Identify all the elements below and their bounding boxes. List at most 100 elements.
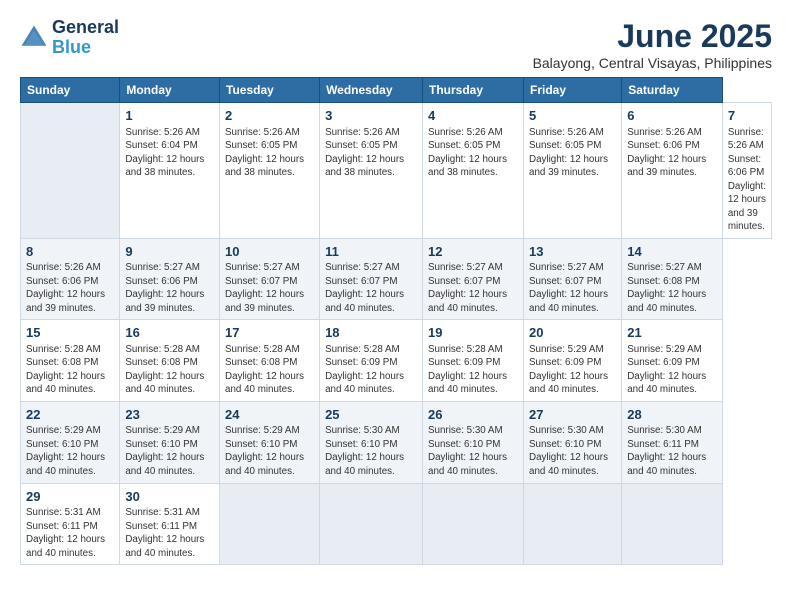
logo-blue: Blue [52, 37, 91, 57]
day-info: Sunrise: 5:26 AMSunset: 6:05 PMDaylight:… [225, 126, 314, 180]
day-info: Sunrise: 5:31 AMSunset: 6:11 PMDaylight:… [125, 506, 214, 560]
header-row: General Blue June 2025 Balayong, Central… [20, 18, 772, 71]
day-number: 14 [627, 243, 717, 261]
day-info: Sunrise: 5:27 AMSunset: 6:07 PMDaylight:… [529, 261, 616, 315]
header-cell-monday: Monday [120, 78, 220, 103]
week-row-5: 29Sunrise: 5:31 AMSunset: 6:11 PMDayligh… [21, 483, 772, 565]
page: General Blue June 2025 Balayong, Central… [0, 0, 792, 575]
day-info: Sunrise: 5:29 AMSunset: 6:10 PMDaylight:… [125, 424, 214, 478]
day-number: 28 [627, 406, 717, 424]
header-cell-thursday: Thursday [423, 78, 524, 103]
day-info: Sunrise: 5:28 AMSunset: 6:08 PMDaylight:… [225, 343, 314, 397]
day-info: Sunrise: 5:26 AMSunset: 6:04 PMDaylight:… [125, 126, 214, 180]
day-number: 30 [125, 488, 214, 506]
calendar-cell: 13Sunrise: 5:27 AMSunset: 6:07 PMDayligh… [524, 238, 622, 320]
calendar-cell [21, 103, 120, 239]
day-number: 21 [627, 324, 717, 342]
day-number: 18 [325, 324, 417, 342]
calendar-cell: 6Sunrise: 5:26 AMSunset: 6:06 PMDaylight… [622, 103, 723, 239]
calendar-cell: 2Sunrise: 5:26 AMSunset: 6:05 PMDaylight… [220, 103, 320, 239]
main-title: June 2025 [533, 18, 772, 55]
calendar-cell: 4Sunrise: 5:26 AMSunset: 6:05 PMDaylight… [423, 103, 524, 239]
calendar-cell: 5Sunrise: 5:26 AMSunset: 6:05 PMDaylight… [524, 103, 622, 239]
calendar-cell: 10Sunrise: 5:27 AMSunset: 6:07 PMDayligh… [220, 238, 320, 320]
calendar-header: SundayMondayTuesdayWednesdayThursdayFrid… [21, 78, 772, 103]
day-info: Sunrise: 5:26 AMSunset: 6:06 PMDaylight:… [627, 126, 717, 180]
day-info: Sunrise: 5:29 AMSunset: 6:10 PMDaylight:… [26, 424, 114, 478]
day-number: 3 [325, 107, 417, 125]
day-info: Sunrise: 5:28 AMSunset: 6:08 PMDaylight:… [26, 343, 114, 397]
day-number: 6 [627, 107, 717, 125]
day-number: 17 [225, 324, 314, 342]
day-info: Sunrise: 5:27 AMSunset: 6:06 PMDaylight:… [125, 261, 214, 315]
day-info: Sunrise: 5:26 AMSunset: 6:05 PMDaylight:… [529, 126, 616, 180]
title-block: June 2025 Balayong, Central Visayas, Phi… [533, 18, 772, 71]
day-info: Sunrise: 5:30 AMSunset: 6:10 PMDaylight:… [325, 424, 417, 478]
calendar-cell: 8Sunrise: 5:26 AMSunset: 6:06 PMDaylight… [21, 238, 120, 320]
day-number: 22 [26, 406, 114, 424]
day-number: 13 [529, 243, 616, 261]
calendar-cell [423, 483, 524, 565]
day-number: 4 [428, 107, 518, 125]
day-info: Sunrise: 5:27 AMSunset: 6:08 PMDaylight:… [627, 261, 717, 315]
calendar-cell: 25Sunrise: 5:30 AMSunset: 6:10 PMDayligh… [320, 401, 423, 483]
day-number: 23 [125, 406, 214, 424]
day-number: 12 [428, 243, 518, 261]
day-info: Sunrise: 5:27 AMSunset: 6:07 PMDaylight:… [325, 261, 417, 315]
calendar-cell: 9Sunrise: 5:27 AMSunset: 6:06 PMDaylight… [120, 238, 220, 320]
calendar-cell: 29Sunrise: 5:31 AMSunset: 6:11 PMDayligh… [21, 483, 120, 565]
calendar-cell: 21Sunrise: 5:29 AMSunset: 6:09 PMDayligh… [622, 320, 723, 402]
day-number: 8 [26, 243, 114, 261]
calendar-cell: 24Sunrise: 5:29 AMSunset: 6:10 PMDayligh… [220, 401, 320, 483]
calendar-cell: 18Sunrise: 5:28 AMSunset: 6:09 PMDayligh… [320, 320, 423, 402]
calendar-cell [524, 483, 622, 565]
calendar-cell: 11Sunrise: 5:27 AMSunset: 6:07 PMDayligh… [320, 238, 423, 320]
calendar-cell: 17Sunrise: 5:28 AMSunset: 6:08 PMDayligh… [220, 320, 320, 402]
day-info: Sunrise: 5:26 AMSunset: 6:05 PMDaylight:… [325, 126, 417, 180]
day-info: Sunrise: 5:30 AMSunset: 6:11 PMDaylight:… [627, 424, 717, 478]
day-number: 2 [225, 107, 314, 125]
day-info: Sunrise: 5:29 AMSunset: 6:10 PMDaylight:… [225, 424, 314, 478]
day-info: Sunrise: 5:26 AMSunset: 6:05 PMDaylight:… [428, 126, 518, 180]
logo: General Blue [20, 18, 119, 58]
calendar-cell: 1Sunrise: 5:26 AMSunset: 6:04 PMDaylight… [120, 103, 220, 239]
logo-text: General Blue [52, 18, 119, 58]
logo-icon [20, 24, 48, 52]
day-info: Sunrise: 5:26 AMSunset: 6:06 PMDaylight:… [26, 261, 114, 315]
header-row-days: SundayMondayTuesdayWednesdayThursdayFrid… [21, 78, 772, 103]
calendar-cell [320, 483, 423, 565]
header-cell-friday: Friday [524, 78, 622, 103]
day-number: 16 [125, 324, 214, 342]
week-row-3: 15Sunrise: 5:28 AMSunset: 6:08 PMDayligh… [21, 320, 772, 402]
calendar-cell [622, 483, 723, 565]
calendar-table: SundayMondayTuesdayWednesdayThursdayFrid… [20, 77, 772, 565]
week-row-1: 1Sunrise: 5:26 AMSunset: 6:04 PMDaylight… [21, 103, 772, 239]
day-number: 7 [728, 107, 766, 125]
week-row-2: 8Sunrise: 5:26 AMSunset: 6:06 PMDaylight… [21, 238, 772, 320]
calendar-cell: 15Sunrise: 5:28 AMSunset: 6:08 PMDayligh… [21, 320, 120, 402]
day-number: 27 [529, 406, 616, 424]
calendar-cell: 7Sunrise: 5:26 AMSunset: 6:06 PMDaylight… [722, 103, 771, 239]
day-info: Sunrise: 5:27 AMSunset: 6:07 PMDaylight:… [428, 261, 518, 315]
calendar-cell: 12Sunrise: 5:27 AMSunset: 6:07 PMDayligh… [423, 238, 524, 320]
day-number: 9 [125, 243, 214, 261]
header-cell-tuesday: Tuesday [220, 78, 320, 103]
week-row-4: 22Sunrise: 5:29 AMSunset: 6:10 PMDayligh… [21, 401, 772, 483]
day-number: 15 [26, 324, 114, 342]
day-number: 11 [325, 243, 417, 261]
calendar-cell: 26Sunrise: 5:30 AMSunset: 6:10 PMDayligh… [423, 401, 524, 483]
subtitle: Balayong, Central Visayas, Philippines [533, 55, 772, 71]
day-number: 24 [225, 406, 314, 424]
calendar-cell: 23Sunrise: 5:29 AMSunset: 6:10 PMDayligh… [120, 401, 220, 483]
calendar-cell: 16Sunrise: 5:28 AMSunset: 6:08 PMDayligh… [120, 320, 220, 402]
day-number: 5 [529, 107, 616, 125]
day-info: Sunrise: 5:31 AMSunset: 6:11 PMDaylight:… [26, 506, 114, 560]
calendar-cell: 19Sunrise: 5:28 AMSunset: 6:09 PMDayligh… [423, 320, 524, 402]
day-number: 25 [325, 406, 417, 424]
calendar-cell: 14Sunrise: 5:27 AMSunset: 6:08 PMDayligh… [622, 238, 723, 320]
calendar-cell [220, 483, 320, 565]
day-number: 1 [125, 107, 214, 125]
day-info: Sunrise: 5:29 AMSunset: 6:09 PMDaylight:… [529, 343, 616, 397]
day-number: 26 [428, 406, 518, 424]
header-cell-wednesday: Wednesday [320, 78, 423, 103]
